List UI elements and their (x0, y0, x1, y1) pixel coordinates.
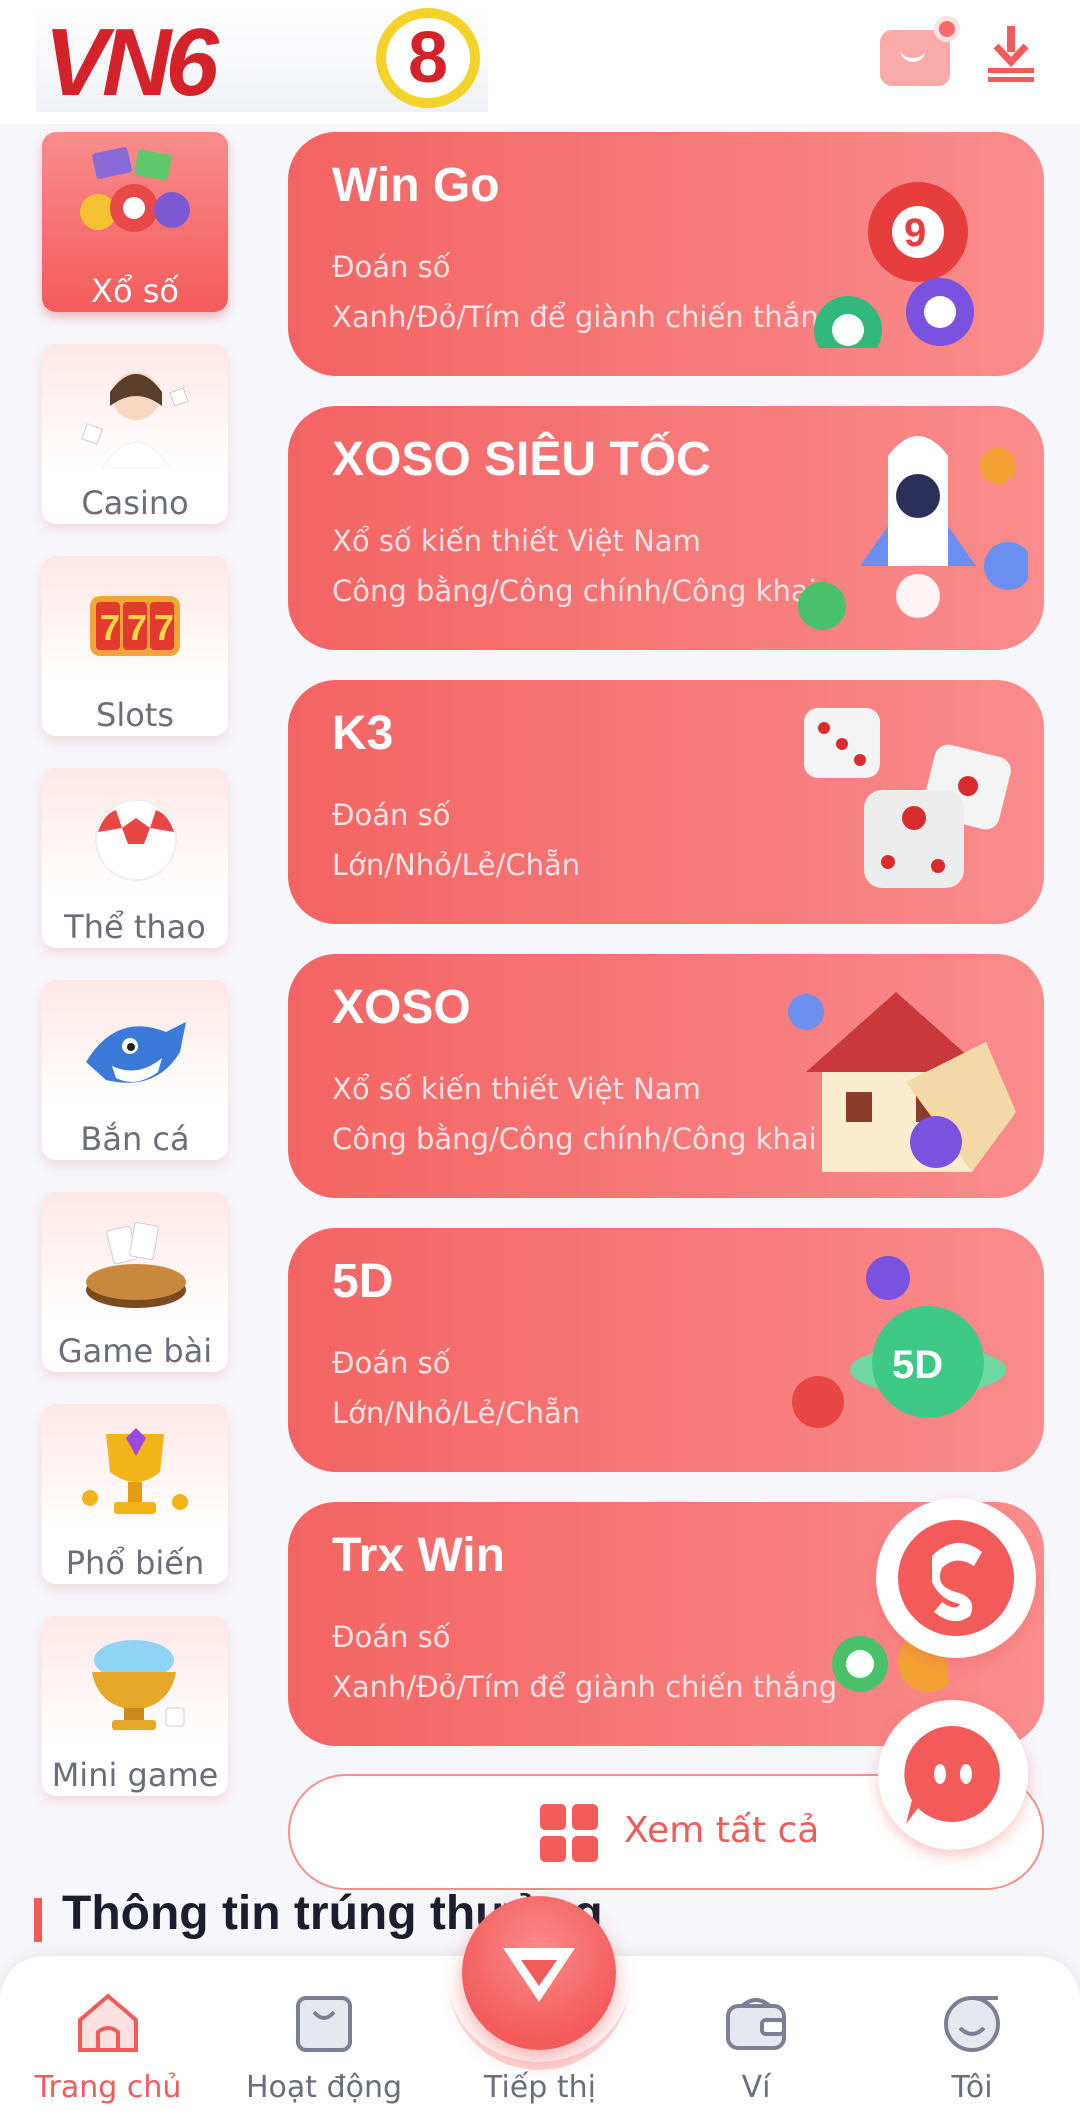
game-title: XOSO SIÊU TỐC (332, 433, 711, 486)
slots-777-icon: 7 7 7 (90, 596, 180, 656)
game-description: Xanh/Đỏ/Tím để giành chiến thắng (332, 300, 838, 334)
nav-label: Trang chủ (34, 2070, 182, 2105)
nav-item-home[interactable]: Trang chủ (8, 1956, 208, 2111)
game-card-xoso-sieu-toc[interactable]: XOSO SIÊU TỐC Xổ số kiến thiết Việt Nam … (288, 406, 1044, 650)
game-description: Công bằng/Công chính/Công khai (332, 1122, 817, 1156)
brand-logo[interactable]: VN6 8 (36, 6, 488, 112)
dice-art (804, 708, 1011, 888)
sidebar-item-sports[interactable]: Thể thao (42, 768, 228, 948)
wallet-icon (726, 1998, 786, 2050)
notification-dot (934, 16, 960, 42)
game-card-xoso[interactable]: XOSO Xổ số kiến thiết Việt Nam Công bằng… (288, 954, 1044, 1198)
grid-icon (540, 1804, 600, 1864)
section-accent-bar (34, 1898, 42, 1942)
home-icon (78, 1993, 138, 2052)
game-title: 5D (332, 1255, 394, 1308)
5d-ball-art: 5D (792, 1256, 1006, 1428)
game-card-5d[interactable]: 5D Đoán số Lớn/Nhỏ/Lẻ/Chẵn 5D (288, 1228, 1044, 1472)
view-all-label: Xem tất cả (624, 1810, 820, 1851)
gem-bowl-icon (92, 1640, 185, 1730)
sidebar-item-card-games[interactable]: Game bài (42, 1192, 228, 1372)
svg-text:7: 7 (100, 607, 120, 648)
game-title: Win Go (332, 159, 500, 212)
sidebar-item-label: Mini game (51, 1756, 219, 1794)
app-header: VN6 8 (0, 0, 1080, 124)
nav-center-button[interactable] (462, 1896, 616, 2050)
casino-dealer-icon (81, 372, 189, 468)
lottery-balls-art: 9 (814, 182, 974, 348)
dragon-promo-button[interactable] (876, 1498, 1036, 1658)
sidebar-item-label: Phổ biến (65, 1544, 205, 1582)
nav-item-profile[interactable]: Tôi (872, 1956, 1072, 2111)
game-description: Xanh/Đỏ/Tím để giành chiến thắng (332, 1670, 838, 1704)
nav-label: Tiếp thị (484, 2070, 596, 2105)
shark-icon (86, 1022, 186, 1083)
sidebar-item-fishing[interactable]: Bắn cá (42, 980, 228, 1160)
activity-bag-icon (296, 1996, 352, 2052)
game-title: K3 (332, 707, 394, 760)
game-subtitle: Đoán số (332, 1346, 451, 1380)
game-card-k3[interactable]: K3 Đoán số Lớn/Nhỏ/Lẻ/Chẵn (288, 680, 1044, 924)
game-subtitle: Đoán số (332, 1620, 451, 1654)
sidebar-item-slots[interactable]: 7 7 7 Slots (42, 556, 228, 736)
sidebar-item-label: Xổ số (91, 272, 179, 310)
game-subtitle: Đoán số (332, 250, 451, 284)
sidebar-item-label: Thể thao (64, 908, 206, 946)
sidebar-item-label: Casino (81, 484, 189, 522)
nav-item-wallet[interactable]: Ví (656, 1956, 856, 2111)
svg-text:9: 9 (904, 211, 926, 255)
logo-text: VN6 (44, 9, 219, 112)
house-art (788, 992, 1016, 1172)
svg-text:7: 7 (127, 607, 147, 648)
sidebar-item-xoso[interactable]: Xổ số (42, 132, 228, 312)
chat-bubble-icon (904, 1725, 1000, 1824)
sidebar-item-casino[interactable]: Casino (42, 344, 228, 524)
logo-circle: 8 (376, 8, 480, 108)
diamond-icon (503, 1948, 575, 2002)
trophy-icon (82, 1428, 188, 1514)
svg-text:7: 7 (154, 607, 174, 648)
download-icon[interactable] (988, 26, 1034, 82)
logo-digit: 8 (407, 18, 449, 98)
game-description: Công bằng/Công chính/Công khai (332, 574, 817, 608)
dragon-icon (898, 1520, 1014, 1636)
game-subtitle: Xổ số kiến thiết Việt Nam (332, 524, 701, 558)
game-title: XOSO (332, 981, 471, 1034)
nav-label: Tôi (951, 2070, 993, 2105)
sidebar-item-popular[interactable]: Phổ biến (42, 1404, 228, 1584)
sidebar-item-label: Game bài (57, 1332, 213, 1370)
nav-item-activity[interactable]: Hoạt động (224, 1956, 424, 2111)
nav-label: Ví (741, 2070, 771, 2105)
sidebar-item-label: Slots (96, 696, 174, 734)
sidebar-item-mini-game[interactable]: Mini game (42, 1616, 228, 1796)
lottery-balls-icon (80, 147, 190, 232)
sidebar-item-label: Bắn cá (80, 1120, 190, 1158)
rocket-art (798, 436, 1028, 630)
game-description: Lớn/Nhỏ/Lẻ/Chẵn (332, 848, 581, 882)
game-description: Lớn/Nhỏ/Lẻ/Chẵn (332, 1396, 581, 1430)
chat-support-button[interactable] (878, 1700, 1028, 1850)
svg-text:5D: 5D (892, 1343, 943, 1387)
soccer-ball-icon (95, 799, 177, 881)
profile-icon (944, 1996, 1000, 2052)
game-subtitle: Đoán số (332, 798, 451, 832)
card-table-icon (86, 1222, 186, 1308)
game-card-win-go[interactable]: Win Go Đoán số Xanh/Đỏ/Tím để giành chiế… (288, 132, 1044, 376)
game-title: Trx Win (332, 1529, 505, 1582)
nav-label: Hoạt động (245, 2070, 403, 2105)
game-subtitle: Xổ số kiến thiết Việt Nam (332, 1072, 701, 1106)
